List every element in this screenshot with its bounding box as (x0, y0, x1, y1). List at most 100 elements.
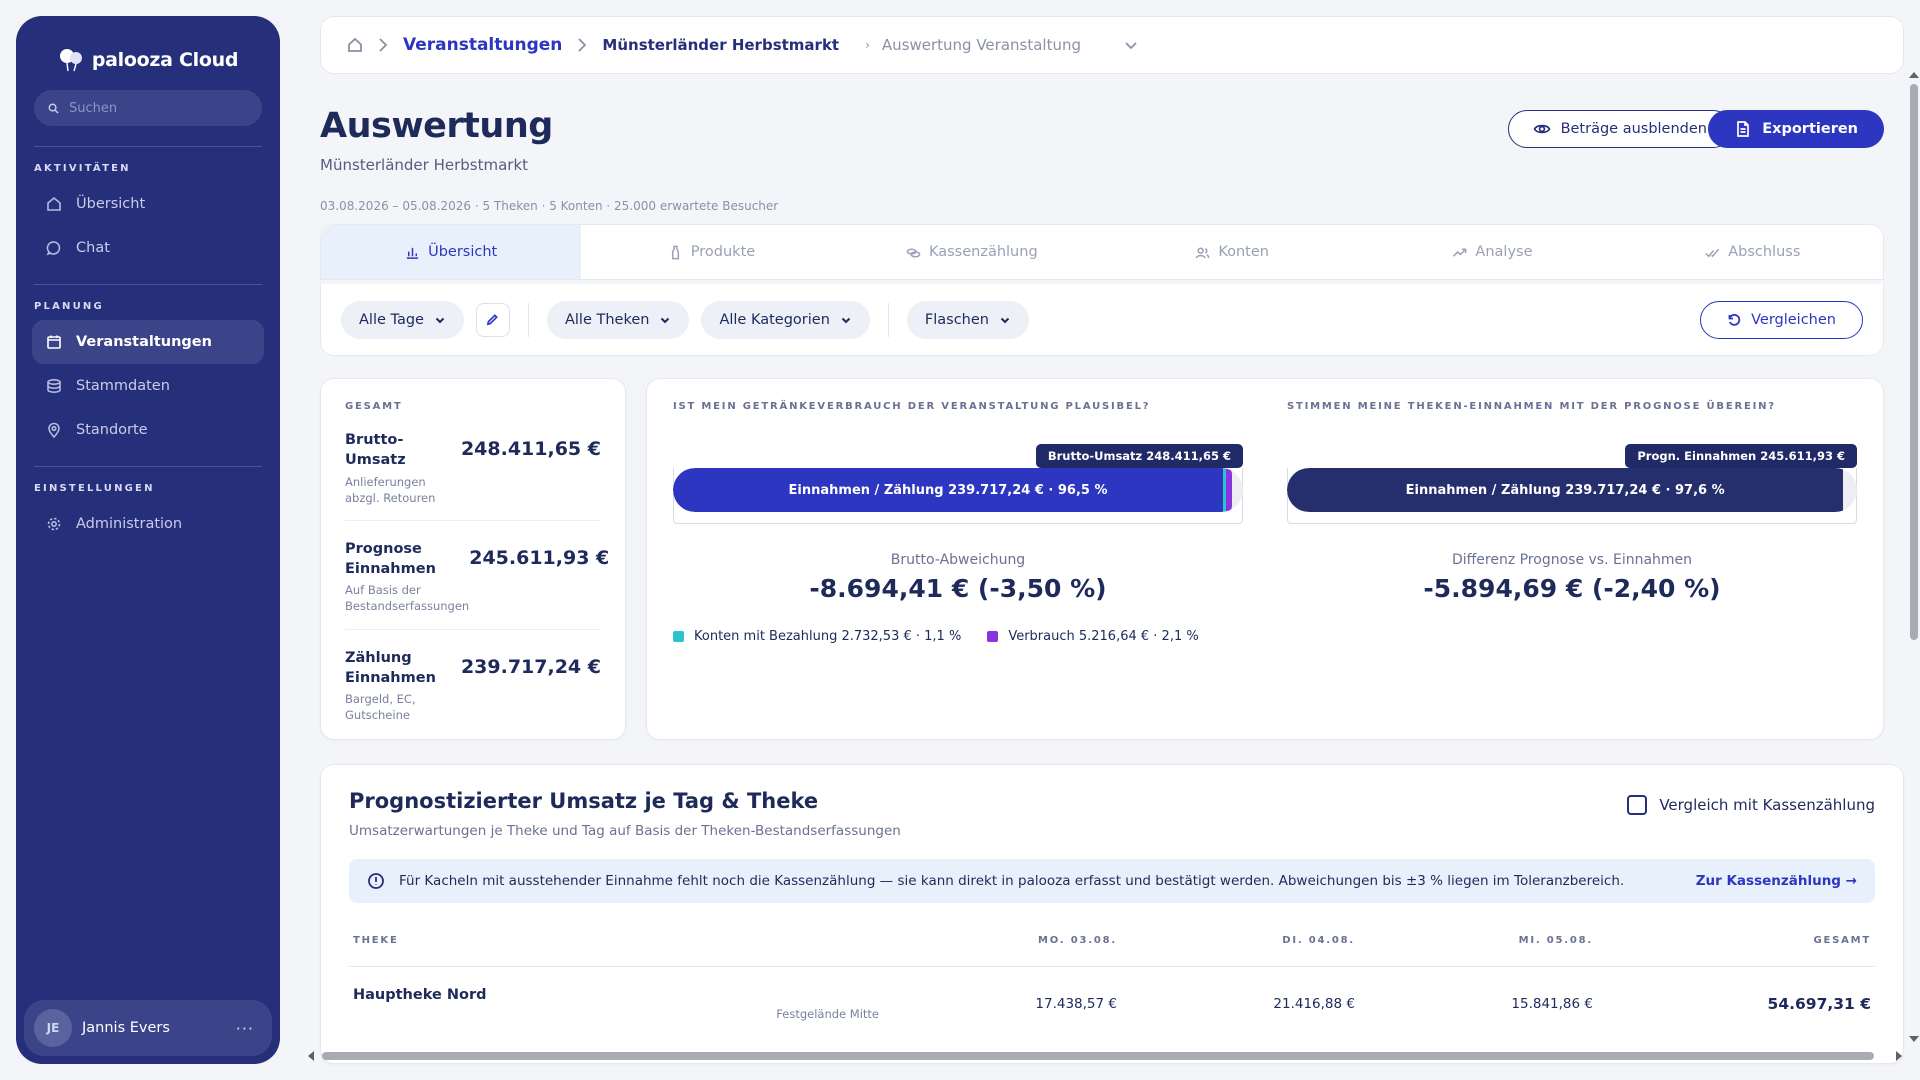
legend-label: Verbrauch 5.216,64 € · 2,1 % (1008, 629, 1199, 644)
database-icon (47, 378, 61, 394)
legend-label: Konten mit Bezahlung 2.732,53 € · 1,1 % (694, 629, 962, 644)
legend: Konten mit Bezahlung 2.732,53 € · 1,1 % … (673, 629, 1243, 644)
filter-divider (527, 302, 529, 337)
compare-button[interactable]: Vergleichen (1700, 300, 1863, 339)
calendar-icon (47, 335, 61, 349)
chat-icon (46, 241, 61, 256)
legend-item: Verbrauch 5.216,64 € · 2,1 % (987, 629, 1199, 644)
app-logo[interactable]: palooza Cloud (32, 40, 264, 80)
filter-bar: Alle Tage Alle Theken Alle Kategorien Fl… (320, 284, 1884, 356)
breadcrumb-event[interactable]: Münsterländer Herbstmarkt (602, 36, 839, 54)
unit-filter-label: Flaschen (924, 311, 989, 328)
tab-kassenzaehlung[interactable]: Kassenzählung (842, 225, 1102, 279)
tab-label: Kassenzählung (928, 244, 1038, 260)
check-icon (1705, 248, 1720, 257)
location-icon (48, 422, 60, 438)
summary-row-value: 245.611,93 € (469, 546, 610, 569)
legend-swatch (673, 631, 684, 642)
sidebar-item-chat[interactable]: Chat (32, 226, 264, 270)
checkbox-box[interactable] (1627, 795, 1648, 815)
export-button[interactable]: Exportieren (1708, 110, 1884, 148)
summary-row-note: Bargeld, EC, Gutscheine (345, 692, 416, 723)
table-row[interactable]: Hauptheke Nord Festgelände Mitte 17.438,… (349, 967, 1875, 1021)
home-icon[interactable] (347, 37, 363, 53)
tab-uebersicht[interactable]: Übersicht (321, 225, 582, 279)
column-header[interactable]: MI. 05.08. (1355, 935, 1593, 946)
bar-track: Einnahmen / Zählung 239.717,24 € · 96,5 … (673, 468, 1243, 512)
search-placeholder: Suchen (69, 100, 118, 116)
scroll-down-icon[interactable] (1909, 1036, 1919, 1042)
sidebar-item-label: Veranstaltungen (76, 334, 212, 350)
tab-abschluss[interactable]: Abschluss (1623, 225, 1883, 279)
chevron-down-icon (841, 317, 851, 323)
breadcrumb: Veranstaltungen Münsterländer Herbstmark… (320, 16, 1904, 74)
cash-count-link[interactable]: Zur Kassenzählung → (1696, 873, 1857, 889)
scrollbar-thumb[interactable] (322, 1052, 1874, 1060)
edit-days-button[interactable] (475, 302, 510, 337)
chevron-down-icon (435, 317, 445, 323)
sidebar-divider (34, 284, 262, 285)
summary-row-value: 248.411,65 € (460, 438, 601, 460)
consumption-plausibility: IST MEIN GETRÄNKEVERBRAUCH DER VERANSTAL… (673, 401, 1243, 717)
bar-track: Einnahmen / Zählung 239.717,24 € · 97,6 … (1287, 468, 1857, 512)
search-input[interactable]: Suchen (34, 90, 262, 126)
tab-produkte[interactable]: Produkte (581, 225, 841, 279)
days-filter[interactable]: Alle Tage (341, 300, 464, 339)
sidebar-section-label: EINSTELLUNGEN (34, 483, 155, 494)
scroll-right-icon[interactable] (1896, 1051, 1902, 1061)
counters-filter[interactable]: Alle Theken (546, 300, 690, 339)
sidebar: palooza Cloud Suchen AKTIVITÄTEN Übersic… (16, 16, 280, 1064)
scroll-left-icon[interactable] (308, 1051, 314, 1061)
scrollbar-thumb[interactable] (1910, 84, 1918, 640)
sidebar-section-label: AKTIVITÄTEN (34, 163, 131, 174)
scroll-up-icon[interactable] (1909, 72, 1919, 78)
row-total: 54.697,31 € (1767, 995, 1871, 1013)
chevron-down-icon (661, 317, 670, 323)
column-header[interactable]: THEKE (353, 935, 879, 946)
hide-amounts-label: Beträge ausblenden (1560, 121, 1707, 137)
column-header[interactable]: GESAMT (1593, 935, 1871, 946)
sidebar-item-administration[interactable]: Administration (32, 502, 264, 546)
tab-analyse[interactable]: Analyse (1362, 225, 1622, 279)
deviation-label: Brutto-Abweichung (890, 552, 1026, 568)
horizontal-scrollbar[interactable] (308, 1050, 1908, 1061)
legend-item: Konten mit Bezahlung 2.732,53 € · 1,1 % (673, 629, 961, 644)
sidebar-item-standorte[interactable]: Standorte (32, 408, 264, 452)
sidebar-divider (34, 466, 262, 467)
compare-checkbox[interactable]: Vergleich mit Kassenzählung (1627, 795, 1875, 815)
legend-swatch (987, 631, 999, 642)
hide-amounts-button[interactable]: Beträge ausblenden (1507, 110, 1732, 148)
summary-row: Brutto-Umsatz Anlieferungen abzgl. Retou… (345, 412, 601, 521)
counter-name: Hauptheke Nord (353, 987, 487, 1003)
column-header[interactable]: MO. 03.08. (879, 935, 1117, 946)
summary-card: GESAMT Brutto-Umsatz Anlieferungen abzgl… (320, 378, 626, 740)
summary-row-title: Zählung Einnahmen (345, 649, 436, 686)
more-icon[interactable]: ··· (236, 1019, 254, 1038)
sidebar-item-stammdaten[interactable]: Stammdaten (32, 364, 264, 408)
categories-filter[interactable]: Alle Kategorien (701, 300, 870, 339)
balloon-logo-icon (59, 49, 82, 72)
column-header[interactable]: DI. 04.08. (1117, 935, 1355, 946)
summary-label: GESAMT (345, 401, 403, 412)
chevron-down-icon[interactable] (1123, 37, 1139, 53)
avatar: JE (34, 1009, 72, 1047)
breadcrumb-veranstaltungen[interactable]: Veranstaltungen (403, 35, 562, 55)
tab-konten[interactable]: Konten (1102, 225, 1362, 279)
days-filter-label: Alle Tage (359, 311, 424, 328)
chevron-right-icon (578, 38, 587, 52)
page-title: Auswertung (320, 106, 553, 146)
unit-filter[interactable]: Flaschen (906, 300, 1029, 339)
app-name: palooza Cloud (91, 49, 239, 71)
bar-fill: Einnahmen / Zählung 239.717,24 € · 97,6 … (1287, 468, 1844, 512)
page-header: Auswertung Münsterländer Herbstmarkt 03.… (320, 74, 1904, 224)
sidebar-item-veranstaltungen[interactable]: Veranstaltungen (32, 320, 264, 364)
tab-label: Analyse (1475, 244, 1533, 260)
sidebar-item-uebersicht[interactable]: Übersicht (32, 182, 264, 226)
forecast-panel: Prognostizierter Umsatz je Tag & Theke U… (320, 764, 1904, 1064)
summary-row-title: Brutto-Umsatz (345, 432, 406, 469)
user-profile[interactable]: JE Jannis Evers ··· (24, 1000, 272, 1056)
sidebar-item-label: Chat (76, 240, 110, 256)
users-icon (1195, 246, 1210, 258)
summary-row: Zählung Einnahmen Bargeld, EC, Gutschein… (345, 630, 601, 738)
vertical-scrollbar[interactable] (1908, 72, 1919, 1042)
